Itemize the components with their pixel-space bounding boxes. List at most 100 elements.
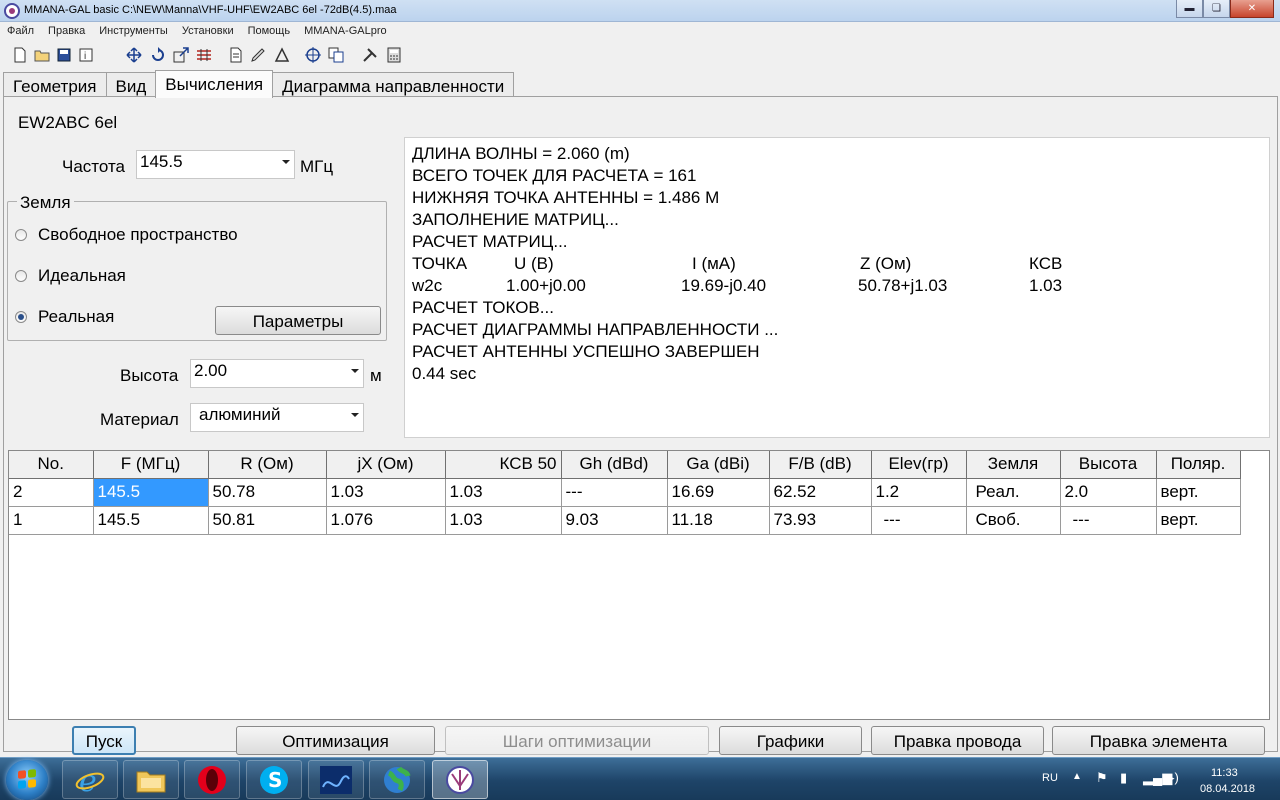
stretch-icon[interactable]	[173, 47, 189, 63]
ground-real-radio[interactable]	[15, 311, 27, 323]
move-icon[interactable]	[126, 47, 142, 63]
triangle-icon[interactable]	[274, 47, 290, 63]
mmana-icon[interactable]	[4, 3, 20, 19]
table-cell[interactable]: 50.78	[208, 478, 327, 507]
column-header[interactable]: Высота	[1060, 451, 1157, 479]
ground-perfect-radio[interactable]	[15, 270, 27, 282]
table-cell-selected[interactable]: 145.5	[93, 478, 209, 507]
table-cell[interactable]: 2	[9, 478, 94, 507]
menu-tools[interactable]: Инструменты	[92, 22, 175, 40]
column-header[interactable]: Ga (dBi)	[667, 451, 770, 479]
menu-settings[interactable]: Установки	[175, 22, 241, 40]
table-cell[interactable]: ---	[871, 506, 967, 535]
parameters-button[interactable]: Параметры	[215, 306, 381, 335]
chevron-down-icon[interactable]	[282, 160, 290, 164]
battery-icon[interactable]: ▮	[1120, 770, 1127, 786]
table-cell[interactable]: 9.03	[561, 506, 668, 535]
globe-icon[interactable]	[369, 760, 425, 799]
ground-free-space-radio[interactable]	[15, 229, 27, 241]
table-cell[interactable]: 2.0	[1060, 478, 1157, 507]
ground-free-space-label[interactable]: Свободное пространство	[38, 225, 238, 245]
table-cell[interactable]: верт.	[1156, 478, 1241, 507]
chevron-down-icon[interactable]	[351, 413, 359, 417]
results-table[interactable]: No. F (МГц) R (Ом) jX (Ом) КСВ 50 Gh (dB…	[8, 450, 1270, 720]
copy-icon[interactable]	[328, 47, 344, 63]
table-row[interactable]: 2 145.5 50.78 1.03 1.03 --- 16.69 62.52 …	[9, 478, 1241, 507]
file-explorer-icon[interactable]	[123, 760, 179, 799]
column-header[interactable]: Elev(гр)	[871, 451, 967, 479]
info-icon[interactable]: i	[78, 47, 94, 63]
optimize-button[interactable]: Оптимизация	[236, 726, 435, 755]
table-cell[interactable]: 50.81	[208, 506, 327, 535]
rotate-icon[interactable]	[150, 47, 166, 63]
open-folder-icon[interactable]	[34, 47, 50, 63]
column-header[interactable]: КСВ 50	[445, 451, 562, 479]
table-cell[interactable]: 16.69	[667, 478, 770, 507]
minimize-button[interactable]: ▬	[1176, 0, 1203, 18]
table-cell[interactable]: 11.18	[667, 506, 770, 535]
frequency-combo[interactable]: 145.5	[136, 150, 295, 179]
tab-pattern[interactable]: Диаграмма направленности	[272, 72, 515, 98]
edit-wire-button[interactable]: Правка провода	[871, 726, 1044, 755]
column-header[interactable]: F/B (dB)	[769, 451, 872, 479]
target-icon[interactable]	[305, 47, 321, 63]
menu-file[interactable]: Файл	[0, 22, 41, 40]
app-icon[interactable]	[308, 760, 364, 799]
clock-time[interactable]: 11:33	[1211, 767, 1238, 779]
menu-help[interactable]: Помощь	[241, 22, 298, 40]
new-file-icon[interactable]	[12, 47, 28, 63]
optimize-steps-button[interactable]: Шаги оптимизации	[445, 726, 709, 755]
table-cell[interactable]: ---	[561, 478, 668, 507]
table-cell[interactable]: ---	[1060, 506, 1157, 535]
table-cell[interactable]: Реал.	[966, 478, 1061, 507]
volume-icon[interactable]: ▸)	[1168, 770, 1179, 786]
column-header[interactable]: Земля	[966, 451, 1061, 479]
graphs-button[interactable]: Графики	[719, 726, 862, 755]
table-cell[interactable]: верт.	[1156, 506, 1241, 535]
skype-icon[interactable]: S	[246, 760, 302, 799]
column-header[interactable]: R (Ом)	[208, 451, 327, 479]
wires-icon[interactable]	[196, 47, 212, 63]
column-header[interactable]: No.	[9, 451, 94, 479]
table-cell[interactable]: Своб.	[966, 506, 1061, 535]
menu-mmana-galpro[interactable]: MMANA-GALpro	[297, 22, 394, 40]
table-cell[interactable]: 1	[9, 506, 94, 535]
table-cell[interactable]: 1.076	[326, 506, 446, 535]
tools-icon[interactable]	[362, 47, 378, 63]
ground-real-label[interactable]: Реальная	[38, 307, 114, 327]
save-icon[interactable]	[56, 47, 72, 63]
chevron-up-icon[interactable]: ▲	[1072, 771, 1082, 782]
table-cell[interactable]: 1.2	[871, 478, 967, 507]
table-cell[interactable]: 145.5	[93, 506, 209, 535]
table-cell[interactable]: 1.03	[445, 506, 562, 535]
material-combo[interactable]: алюминий	[190, 403, 364, 432]
edit-icon[interactable]	[250, 47, 266, 63]
height-combo[interactable]: 2.00	[190, 359, 364, 388]
language-indicator[interactable]: RU	[1042, 772, 1058, 784]
table-row[interactable]: 1 145.5 50.81 1.076 1.03 9.03 11.18 73.9…	[9, 506, 1241, 535]
tab-calculations[interactable]: Вычисления	[155, 70, 274, 98]
opera-icon[interactable]	[184, 760, 240, 799]
action-center-icon[interactable]: ⚑	[1096, 770, 1108, 786]
menu-edit[interactable]: Правка	[41, 22, 92, 40]
edit-element-button[interactable]: Правка элемента	[1052, 726, 1265, 755]
ground-perfect-label[interactable]: Идеальная	[38, 266, 126, 286]
column-header[interactable]: jX (Ом)	[326, 451, 446, 479]
table-cell[interactable]: 73.93	[769, 506, 872, 535]
tab-geometry[interactable]: Геометрия	[3, 72, 107, 98]
table-cell[interactable]: 1.03	[445, 478, 562, 507]
windows-start-button[interactable]	[6, 760, 48, 800]
calculator-icon[interactable]	[386, 47, 402, 63]
column-header[interactable]: Gh (dBd)	[561, 451, 668, 479]
column-header[interactable]: Поляр.	[1156, 451, 1241, 479]
table-cell[interactable]: 1.03	[326, 478, 446, 507]
tab-view[interactable]: Вид	[105, 72, 157, 98]
close-button[interactable]: ✕	[1230, 0, 1274, 18]
mmana-icon[interactable]	[432, 760, 488, 799]
internet-explorer-icon[interactable]: e	[62, 760, 118, 799]
document-icon[interactable]	[228, 47, 244, 63]
restore-button[interactable]: ❏	[1203, 0, 1230, 18]
start-button[interactable]: Пуск	[72, 726, 136, 755]
chevron-down-icon[interactable]	[351, 369, 359, 373]
column-header[interactable]: F (МГц)	[93, 451, 209, 479]
